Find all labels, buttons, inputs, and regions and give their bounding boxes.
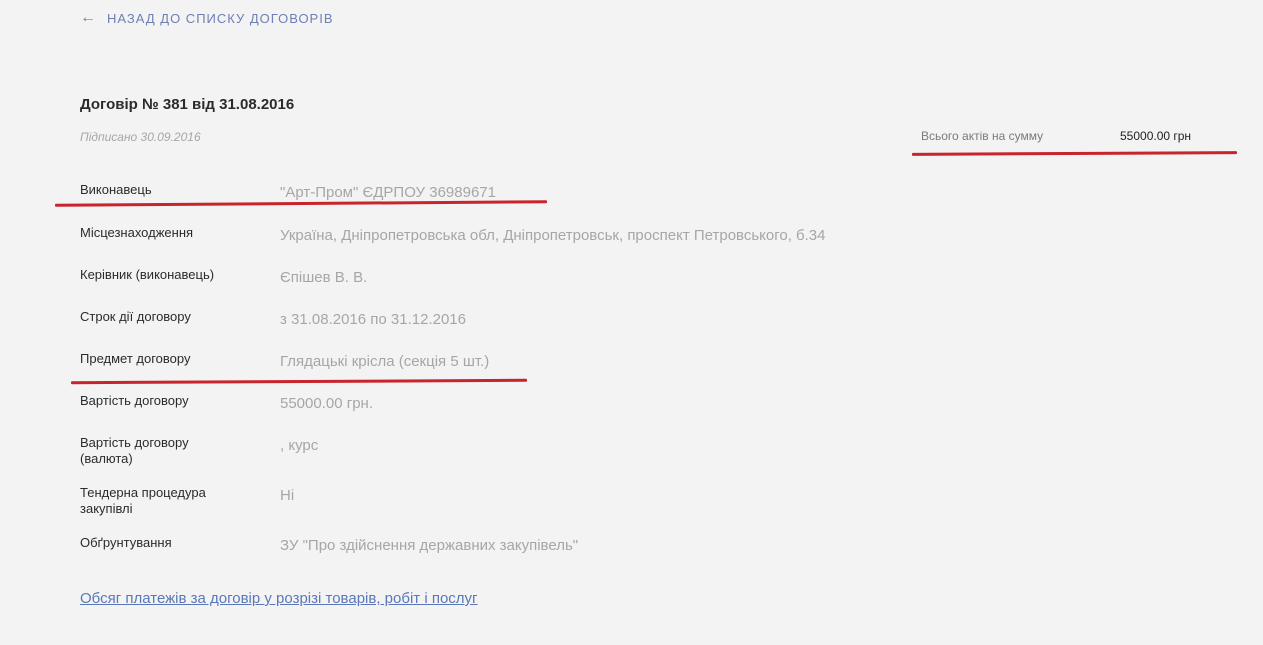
detail-value-tender: Ні bbox=[280, 487, 295, 504]
detail-label-cost: Вартість договору bbox=[80, 393, 189, 408]
annotation-underline-subject bbox=[70, 378, 528, 385]
annotation-underline-summary bbox=[911, 151, 1238, 156]
back-link-label: НАЗАД ДО СПИСКУ ДОГОВОРІВ bbox=[107, 10, 334, 26]
detail-value-justification: ЗУ "Про здійснення державних закупівель" bbox=[280, 537, 579, 554]
detail-label-term: Строк дії договору bbox=[80, 309, 191, 324]
detail-value-director: Єпішев В. В. bbox=[280, 269, 368, 286]
detail-label-director: Керівник (виконавець) bbox=[80, 267, 215, 282]
acts-total-label: Всього актів на сумму bbox=[921, 129, 1044, 143]
detail-value-cost-currency: , курс bbox=[280, 437, 319, 454]
detail-value-location: Україна, Дніпропетровська обл, Дніпропет… bbox=[280, 227, 826, 244]
detail-label-justification: Обґрунтування bbox=[80, 535, 172, 550]
detail-value-subject: Глядацькі крісла (секція 5 шт.) bbox=[280, 353, 490, 370]
arrow-left-icon: ← bbox=[80, 9, 97, 26]
detail-label-tender: Тендерна процедура закупівлі bbox=[80, 485, 206, 516]
back-to-contracts-link[interactable]: ← НАЗАД ДО СПИСКУ ДОГОВОРІВ bbox=[80, 10, 334, 26]
contract-title: Договір № 381 від 31.08.2016 bbox=[80, 96, 295, 113]
detail-label-cost-currency: Вартість договору (валюта) bbox=[80, 435, 189, 466]
detail-label-subject: Предмет договору bbox=[80, 351, 191, 366]
detail-value-term: з 31.08.2016 по 31.12.2016 bbox=[280, 311, 466, 328]
acts-total-value: 55000.00 грн bbox=[1120, 129, 1192, 143]
detail-value-contractor: "Арт-Пром" ЄДРПОУ 36989671 bbox=[280, 184, 496, 201]
payments-breakdown-link[interactable]: Обсяг платежів за договір у розрізі това… bbox=[80, 590, 478, 607]
signed-date: Підписано 30.09.2016 bbox=[80, 130, 201, 144]
detail-value-cost: 55000.00 грн. bbox=[280, 395, 373, 412]
detail-label-contractor: Виконавець bbox=[80, 182, 152, 197]
detail-label-location: Місцезнаходження bbox=[80, 225, 194, 240]
